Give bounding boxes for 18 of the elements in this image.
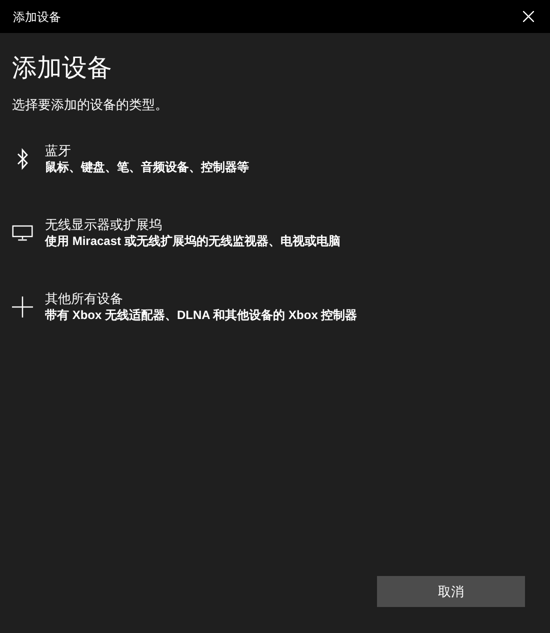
window-title: 添加设备 bbox=[13, 8, 61, 26]
device-type-option[interactable]: 其他所有设备 带有 Xbox 无线适配器、DLNA 和其他设备的 Xbox 控制器 bbox=[12, 288, 538, 324]
device-type-option[interactable]: 无线显示器或扩展坞 使用 Miracast 或无线扩展坞的无线监视器、电视或电脑 bbox=[12, 214, 538, 250]
device-type-option[interactable]: 蓝牙 鼠标、键盘、笔、音频设备、控制器等 bbox=[12, 140, 538, 176]
subtitle: 选择要添加的设备的类型。 bbox=[12, 96, 169, 114]
option-description: 带有 Xbox 无线适配器、DLNA 和其他设备的 Xbox 控制器 bbox=[45, 306, 358, 324]
option-title: 无线显示器或扩展坞 bbox=[45, 216, 163, 232]
option-description: 鼠标、键盘、笔、音频设备、控制器等 bbox=[45, 158, 249, 176]
monitor-icon bbox=[12, 224, 33, 242]
bluetooth-icon bbox=[16, 148, 28, 170]
close-icon bbox=[522, 11, 534, 22]
cancel-button[interactable]: 取消 bbox=[377, 576, 525, 607]
dialog-heading: 添加设备 bbox=[12, 53, 113, 83]
close-button[interactable] bbox=[521, 10, 535, 24]
plus-icon bbox=[12, 294, 33, 318]
option-title: 其他所有设备 bbox=[45, 290, 124, 306]
option-title: 蓝牙 bbox=[45, 142, 72, 158]
option-description: 使用 Miracast 或无线扩展坞的无线监视器、电视或电脑 bbox=[45, 232, 340, 250]
